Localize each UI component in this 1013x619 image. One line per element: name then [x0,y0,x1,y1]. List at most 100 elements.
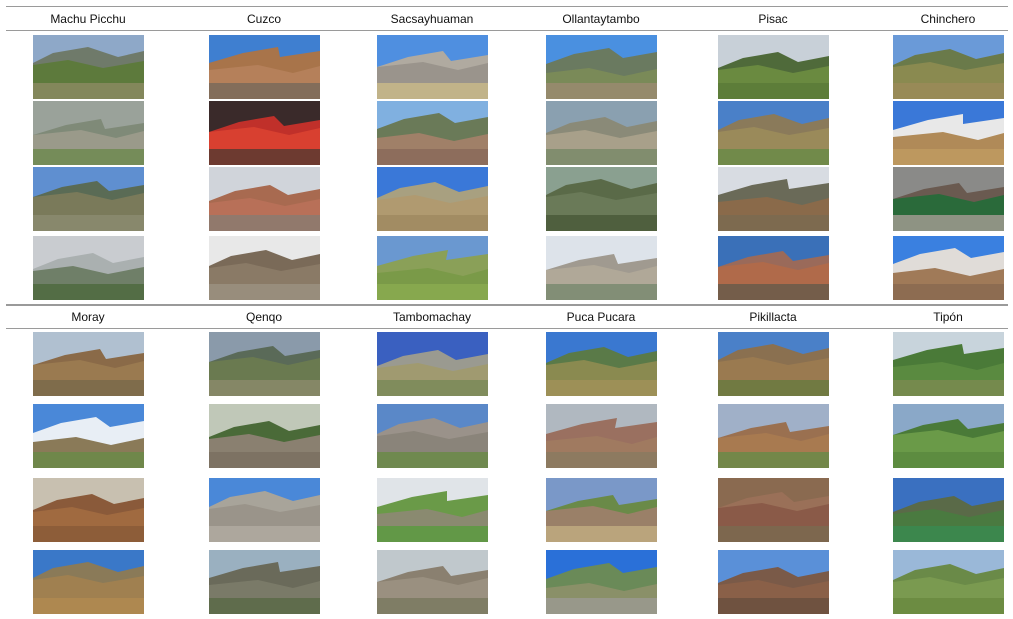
header-rule-2 [6,328,1008,329]
site-photo-thumbnail [377,478,488,542]
site-photo-thumbnail [718,167,829,231]
site-photo-thumbnail [718,35,829,99]
site-photo-thumbnail [209,478,320,542]
landscape-photo [546,167,657,231]
site-photo-thumbnail [546,478,657,542]
landscape-photo [893,236,1004,300]
site-name-header: Qenqo [245,310,283,324]
site-photo-thumbnail [209,236,320,300]
site-photo-thumbnail [377,236,488,300]
site-name-header: Chinchero [920,12,976,26]
landscape-photo [718,101,829,165]
landscape-photo [377,332,488,396]
section-divider [6,304,1008,306]
landscape-photo [377,550,488,614]
landscape-photo [377,35,488,99]
site-photo-thumbnail [718,332,829,396]
landscape-photo [377,478,488,542]
site-name-header: Pikillacta [749,310,797,324]
landscape-photo [33,101,144,165]
landscape-photo [33,478,144,542]
landscape-photo [209,332,320,396]
site-photo-thumbnail [546,550,657,614]
site-photo-thumbnail [33,550,144,614]
site-name-header: Moray [71,310,105,324]
site-photo-thumbnail [718,550,829,614]
landscape-photo [546,35,657,99]
site-photo-thumbnail [893,478,1004,542]
landscape-photo [893,404,1004,468]
landscape-photo [893,167,1004,231]
site-photo-thumbnail [893,236,1004,300]
landscape-photo [209,101,320,165]
landscape-photo [893,101,1004,165]
landscape-photo [718,167,829,231]
site-photo-thumbnail [546,35,657,99]
site-photo-thumbnail [33,35,144,99]
site-photo-thumbnail [209,101,320,165]
site-photo-thumbnail [718,478,829,542]
site-photo-thumbnail [33,332,144,396]
landscape-photo [209,550,320,614]
site-photo-thumbnail [33,404,144,468]
site-name-header: Machu Picchu [50,12,126,26]
site-photo-thumbnail [718,236,829,300]
landscape-photo [209,35,320,99]
site-photo-thumbnail [209,167,320,231]
landscape-photo [546,478,657,542]
landscape-photo [209,478,320,542]
header-rule-1 [6,30,1008,31]
site-photo-thumbnail [377,101,488,165]
site-photo-thumbnail [33,236,144,300]
landscape-photo [718,35,829,99]
landscape-photo [718,332,829,396]
landscape-photo [33,332,144,396]
landscape-photo [546,332,657,396]
site-photo-thumbnail [377,167,488,231]
site-photo-thumbnail [718,404,829,468]
landscape-photo [546,550,657,614]
landscape-photo [718,478,829,542]
landscape-photo [209,404,320,468]
site-photo-thumbnail [377,332,488,396]
site-photo-thumbnail [209,550,320,614]
top-rule [6,6,1008,7]
site-name-header: Sacsayhuaman [390,12,474,26]
site-name-header: Tambomachay [392,310,472,324]
site-photo-thumbnail [33,478,144,542]
landscape-photo [893,332,1004,396]
site-photo-thumbnail [893,101,1004,165]
site-photo-thumbnail [893,167,1004,231]
site-name-header: Puca Pucara [566,310,636,324]
site-photo-thumbnail [546,101,657,165]
site-photo-thumbnail [893,404,1004,468]
landscape-photo [893,550,1004,614]
landscape-photo [718,236,829,300]
landscape-photo [377,101,488,165]
site-photo-thumbnail [209,404,320,468]
landscape-photo [546,101,657,165]
site-photo-thumbnail [377,404,488,468]
landscape-photo [33,35,144,99]
site-name-header: Cuzco [246,12,281,26]
site-photo-thumbnail [546,404,657,468]
site-name-header: Pisac [758,12,788,26]
landscape-photo [377,236,488,300]
site-photo-thumbnail [209,35,320,99]
landscape-photo [546,236,657,300]
site-photo-thumbnail [893,35,1004,99]
site-photo-thumbnail [377,550,488,614]
landscape-photo [209,167,320,231]
landscape-photo [33,236,144,300]
site-photo-thumbnail [546,167,657,231]
site-photo-thumbnail [33,167,144,231]
site-photo-thumbnail [33,101,144,165]
landscape-photo [893,35,1004,99]
site-name-header: Ollantaytambo [562,12,640,26]
landscape-photo [893,478,1004,542]
landscape-photo [33,167,144,231]
landscape-photo [33,550,144,614]
site-photo-thumbnail [546,332,657,396]
landscape-photo [33,404,144,468]
landscape-photo [377,167,488,231]
